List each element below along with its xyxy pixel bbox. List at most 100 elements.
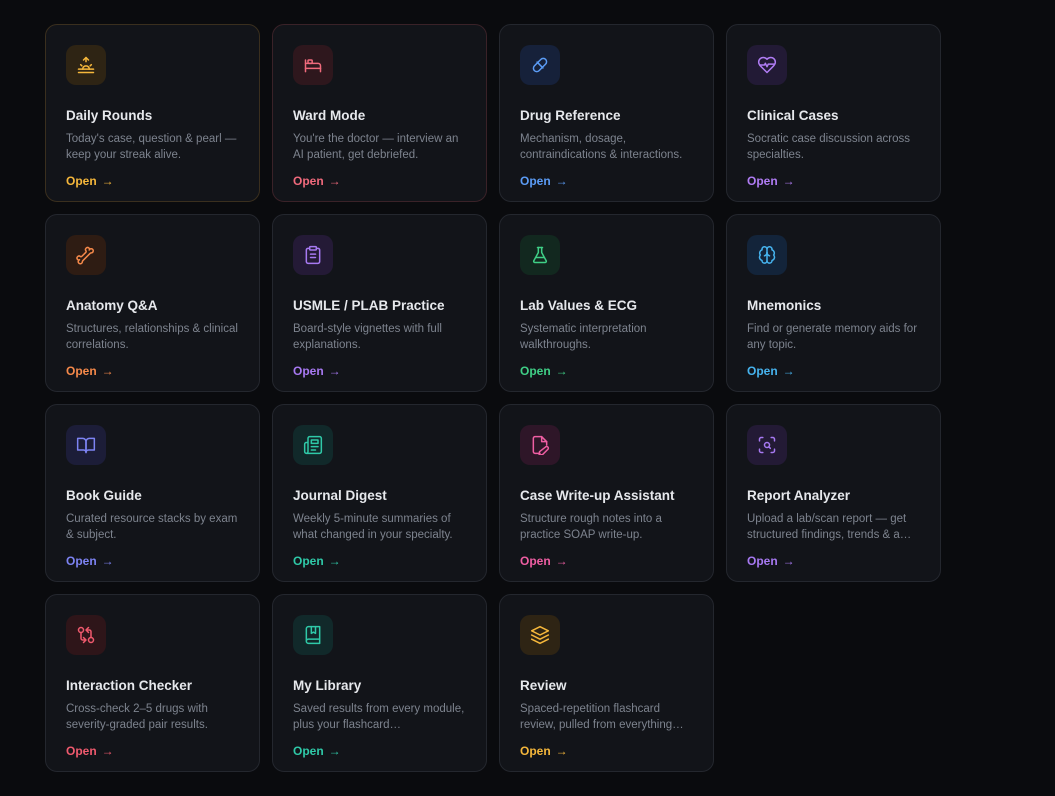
open-label: Open	[293, 174, 324, 188]
icon-box	[747, 45, 787, 85]
open-label: Open	[520, 744, 551, 758]
card-description: Find or generate memory aids for any top…	[747, 323, 918, 351]
arrow-right-icon: →	[782, 174, 795, 188]
card-title: Mnemonics	[747, 298, 822, 313]
arrow-right-icon: →	[101, 744, 114, 758]
open-label: Open	[66, 174, 97, 188]
card-description: Systematic interpretation walkthroughs.	[520, 323, 647, 351]
module-card-interaction-checker[interactable]: Interaction Checker Cross-check 2–5 drugs…	[45, 594, 260, 772]
card-description: Spaced-repetition flashcard review, pull…	[520, 703, 684, 731]
card-description: You're the doctor — interview an AI pati…	[293, 133, 459, 161]
open-label: Open	[747, 174, 778, 188]
arrow-right-icon: →	[555, 364, 568, 378]
card-title: Journal Digest	[293, 488, 387, 503]
module-card-drug-reference[interactable]: Drug Reference Mechanism, dosage, contrai…	[499, 24, 714, 202]
card-title: USMLE / PLAB Practice	[293, 298, 445, 313]
icon-box	[293, 615, 333, 655]
arrow-right-icon: →	[328, 554, 341, 568]
arrow-right-icon: →	[328, 744, 341, 758]
book-marked-icon	[305, 625, 321, 645]
icon-box	[520, 425, 560, 465]
arrow-right-icon: →	[101, 174, 114, 188]
card-title: Lab Values & ECG	[520, 298, 638, 313]
open-link[interactable]: Open →	[66, 744, 114, 758]
icon-box	[66, 235, 106, 275]
icon-box	[520, 45, 560, 85]
module-card-mnemonics[interactable]: Mnemonics Find or generate memory aids fo…	[726, 214, 941, 392]
icon-box	[66, 615, 106, 655]
file-pen-icon	[532, 435, 550, 455]
module-card-my-library[interactable]: My Library Saved results from every modul…	[272, 594, 487, 772]
open-link[interactable]: Open →	[293, 744, 341, 758]
open-link[interactable]: Open →	[66, 174, 114, 188]
card-description: Mechanism, dosage, contraindications & i…	[520, 133, 683, 161]
module-card-usmle-plab-practice[interactable]: USMLE / PLAB Practice Board-style vignett…	[272, 214, 487, 392]
bed-icon	[304, 59, 322, 73]
open-link[interactable]: Open →	[747, 174, 795, 188]
module-card-case-write-up-assistant[interactable]: Case Write-up Assistant Structure rough n…	[499, 404, 714, 582]
card-description: Saved results from every module, plus yo…	[293, 703, 465, 731]
card-description: Board-style vignettes with full explanat…	[293, 323, 442, 351]
sunrise-icon	[77, 56, 95, 74]
card-title: Clinical Cases	[747, 108, 839, 123]
arrow-right-icon: →	[555, 744, 568, 758]
arrow-right-icon: →	[328, 174, 341, 188]
card-description: Weekly 5-minute summaries of what change…	[293, 513, 453, 541]
heart-pulse-icon	[757, 56, 777, 74]
card-description: Structures, relationships & clinical cor…	[66, 323, 238, 351]
card-title: Report Analyzer	[747, 488, 851, 503]
card-title: Case Write-up Assistant	[520, 488, 675, 503]
arrow-right-icon: →	[555, 174, 568, 188]
open-link[interactable]: Open →	[66, 364, 114, 378]
icon-box	[747, 425, 787, 465]
open-label: Open	[520, 554, 551, 568]
module-card-report-analyzer[interactable]: Report Analyzer Upload a lab/scan report …	[726, 404, 941, 582]
icon-box	[66, 45, 106, 85]
module-card-clinical-cases[interactable]: Clinical Cases Socratic case discussion a…	[726, 24, 941, 202]
card-title: Interaction Checker	[66, 678, 193, 693]
open-link[interactable]: Open →	[520, 744, 568, 758]
card-title: Drug Reference	[520, 108, 621, 123]
icon-box	[520, 235, 560, 275]
open-link[interactable]: Open →	[747, 554, 795, 568]
arrow-right-icon: →	[782, 554, 795, 568]
newspaper-icon	[303, 435, 323, 455]
open-link[interactable]: Open →	[66, 554, 114, 568]
open-link[interactable]: Open →	[293, 174, 341, 188]
open-link[interactable]: Open →	[520, 364, 568, 378]
open-label: Open	[293, 744, 324, 758]
card-title: Anatomy Q&A	[66, 298, 158, 313]
module-card-journal-digest[interactable]: Journal Digest Weekly 5-minute summaries …	[272, 404, 487, 582]
module-card-anatomy-qanda[interactable]: Anatomy Q&A Structures, relationships & c…	[45, 214, 260, 392]
card-description: Curated resource stacks by exam & subjec…	[66, 513, 238, 541]
book-open-icon	[76, 437, 96, 454]
module-card-book-guide[interactable]: Book Guide Curated resource stacks by exa…	[45, 404, 260, 582]
module-card-lab-values-and-ecg[interactable]: Lab Values & ECG Systematic interpretatio…	[499, 214, 714, 392]
open-link[interactable]: Open →	[520, 174, 568, 188]
module-card-review[interactable]: Review Spaced-repetition flashcard review…	[499, 594, 714, 772]
open-label: Open	[747, 554, 778, 568]
git-compare-icon	[77, 626, 95, 644]
card-description: Structure rough notes into a practice SO…	[520, 513, 662, 541]
icon-box	[747, 235, 787, 275]
module-card-daily-rounds[interactable]: Daily Rounds Today's case, question & pea…	[45, 24, 260, 202]
card-title: Review	[520, 678, 567, 693]
icon-box	[293, 45, 333, 85]
open-link[interactable]: Open →	[293, 364, 341, 378]
open-link[interactable]: Open →	[520, 554, 568, 568]
arrow-right-icon: →	[328, 364, 341, 378]
open-label: Open	[293, 364, 324, 378]
card-description: Upload a lab/scan report — get structure…	[747, 513, 912, 541]
arrow-right-icon: →	[101, 554, 114, 568]
brain-icon	[758, 245, 776, 264]
icon-box	[293, 425, 333, 465]
module-card-ward-mode[interactable]: Ward Mode You're the doctor — interview a…	[272, 24, 487, 202]
open-label: Open	[66, 364, 97, 378]
card-title: Daily Rounds	[66, 108, 153, 123]
card-title: Ward Mode	[293, 108, 366, 123]
open-link[interactable]: Open →	[747, 364, 795, 378]
arrow-right-icon: →	[555, 554, 568, 568]
bone-icon	[76, 246, 94, 265]
open-link[interactable]: Open →	[293, 554, 341, 568]
card-title: My Library	[293, 678, 362, 693]
